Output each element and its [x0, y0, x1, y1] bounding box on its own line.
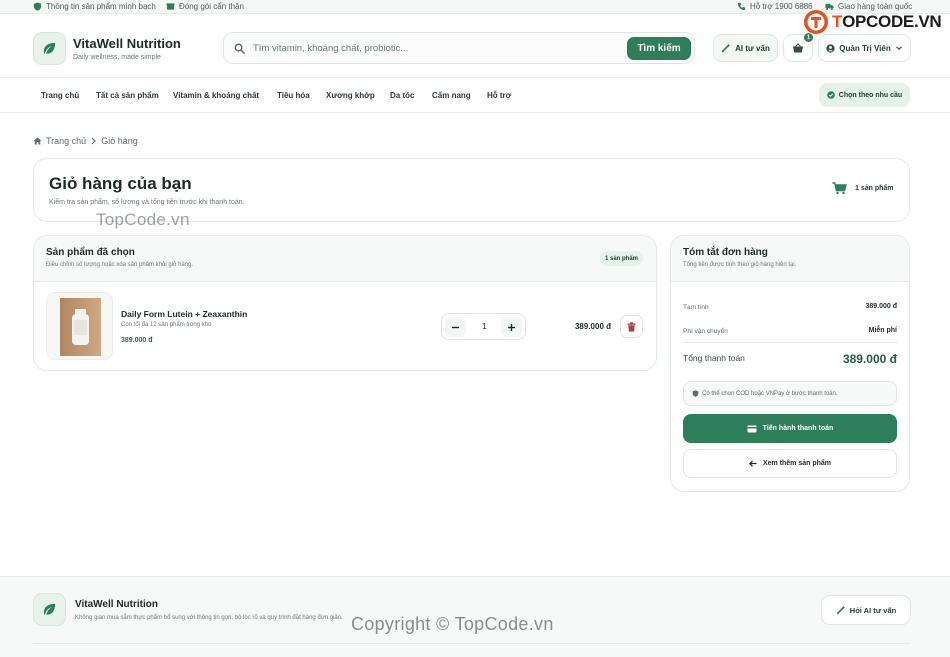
summary-divider	[683, 342, 897, 343]
user-menu-button[interactable]: Quản Trị Viên	[818, 34, 911, 62]
search-icon	[234, 43, 245, 54]
subtotal-value: 389.000 đ	[865, 303, 897, 310]
packing-notice-text: Đóng gói cẩn thận	[179, 2, 244, 11]
footer-ai-button[interactable]: Hỏi AI tư vấn	[821, 595, 911, 625]
leaf-icon	[42, 602, 57, 617]
nav-item-home[interactable]: Trang chủ	[41, 91, 79, 100]
nav-item-guide[interactable]: Cẩm nang	[432, 91, 471, 100]
order-summary-title: Tóm tắt đơn hàng	[683, 247, 768, 258]
increase-quantity-button[interactable]	[501, 317, 522, 337]
nav-item-digestion[interactable]: Tiêu hóa	[277, 91, 310, 100]
credit-card-icon	[747, 425, 757, 433]
arrow-left-icon	[748, 460, 757, 467]
brand-tagline: Daily wellness, made simple	[73, 54, 161, 61]
brand-logo[interactable]	[33, 32, 66, 65]
chevron-right-icon	[90, 137, 97, 145]
products-subtitle: Điều chỉnh số lượng hoặc xóa sản phẩm kh…	[46, 262, 194, 268]
nav-item-hair-skin[interactable]: Da tóc	[390, 91, 414, 100]
magic-wand-icon	[721, 43, 731, 53]
payment-note: Có thể chọn COD hoặc VNPay ở bước thanh …	[683, 381, 897, 406]
page-title: Giỏ hàng của bạn	[49, 174, 192, 193]
total-value: 389.000 đ	[842, 352, 897, 366]
product-name[interactable]: Daily Form Lutein + Zeaxanthin	[121, 309, 247, 319]
search-button[interactable]: Tìm kiếm	[627, 37, 691, 60]
watermark-logo: TOPCODE.VN	[803, 9, 942, 35]
watermark-text: TopCode.vn	[96, 210, 190, 229]
search-input[interactable]: Tìm vitamin, khoáng chất, probiotic...	[253, 43, 408, 54]
breadcrumb-home[interactable]: Trang chủ	[46, 136, 86, 146]
product-stock: Còn tối đa 12 sản phẩm trong kho	[121, 322, 212, 328]
payment-note-text: Có thể chọn COD hoặc VNPay ở bước thanh …	[702, 390, 838, 397]
packing-notice: Đóng gói cẩn thận	[166, 2, 244, 11]
order-summary-subtitle: Tổng tiền được tính theo giỏ hàng hiện t…	[683, 262, 797, 268]
checkout-button[interactable]: Tiến hành thanh toán	[683, 414, 897, 443]
shipping-fee-value: Miễn phí	[868, 327, 897, 334]
total-label: Tổng thanh toán	[683, 353, 745, 363]
shield-icon	[692, 390, 699, 397]
nav-item-support[interactable]: Hỗ trợ	[487, 91, 511, 100]
footer-ai-label: Hỏi AI tư vấn	[849, 605, 897, 615]
nav-item-bones[interactable]: Xương khớp	[326, 91, 375, 100]
trash-icon	[627, 321, 636, 332]
checkout-label: Tiến hành thanh toán	[762, 425, 834, 432]
info-notice: Thông tin sản phẩm minh bạch	[33, 2, 156, 11]
box-icon	[166, 2, 175, 11]
nav-item-all-products[interactable]: Tất cả sản phẩm	[96, 91, 159, 100]
cart-item-count: 1 sản phẩm	[832, 182, 894, 195]
watermark-logo-text: TOPCODE.VN	[832, 12, 942, 31]
breadcrumb-current: Giỏ hàng	[101, 136, 138, 146]
search-bar: Tìm vitamin, khoáng chất, probiotic... T…	[223, 32, 695, 64]
footer-description: Không gian mua sắm thực phẩm bổ sung với…	[75, 615, 343, 621]
user-name: Quản Trị Viên	[839, 43, 891, 53]
check-circle-icon	[826, 91, 835, 99]
products-count-badge: 1 sản phẩm	[600, 251, 643, 266]
support-notice: Hỗ trợ 1900 6886	[737, 2, 813, 11]
chevron-down-icon	[895, 44, 903, 52]
brand-name[interactable]: VitaWell Nutrition	[73, 36, 181, 51]
quantity-value[interactable]: 1	[477, 322, 492, 331]
shipping-fee-label: Phí vận chuyển	[683, 328, 728, 335]
leaf-icon	[42, 41, 57, 56]
remove-item-button[interactable]	[620, 315, 643, 338]
supplement-bottle-image	[60, 298, 101, 356]
cart-item-count-text: 1 sản phẩm	[855, 185, 894, 192]
main-nav: Trang chủ Tất cả sản phẩm Vitamin & khoá…	[0, 79, 950, 113]
footer-brand-name: VitaWell Nutrition	[75, 599, 158, 610]
footer-brand-logo	[33, 593, 66, 626]
product-price: 389.000 đ	[121, 337, 153, 344]
line-total: 389.000 đ	[574, 322, 611, 331]
product-image[interactable]	[46, 292, 113, 360]
ai-consult-button[interactable]: AI tư vấn	[713, 34, 778, 62]
breadcrumb: Trang chủ Giỏ hàng	[33, 136, 138, 146]
products-title: Sản phẩm đã chọn	[46, 247, 135, 258]
footer-divider	[33, 643, 910, 644]
decrease-quantity-button[interactable]	[445, 317, 466, 337]
nav-item-vitamins[interactable]: Vitamin & khoáng chất	[173, 91, 259, 100]
choose-by-need-button[interactable]: Chọn theo nhu cầu	[819, 83, 910, 107]
minus-icon	[451, 323, 460, 332]
copyright-watermark: Copyright © TopCode.vn	[351, 614, 554, 634]
plus-icon	[507, 323, 516, 332]
page-subtitle: Kiểm tra sản phẩm, số lượng và tổng tiền…	[49, 199, 245, 206]
magic-wand-icon	[836, 605, 846, 615]
basket-icon	[792, 42, 804, 54]
subtotal-label: Tạm tính	[683, 304, 709, 311]
shield-icon	[33, 2, 42, 11]
info-notice-text: Thông tin sản phẩm minh bạch	[46, 2, 156, 11]
quantity-stepper: 1	[441, 313, 526, 340]
continue-shopping-button[interactable]: Xem thêm sản phẩm	[683, 449, 897, 478]
order-summary-header	[671, 236, 909, 282]
phone-icon	[737, 2, 746, 11]
ai-consult-label: AI tư vấn	[735, 43, 770, 53]
home-icon	[33, 137, 42, 145]
products-card-header	[34, 236, 656, 282]
cart-icon	[832, 182, 847, 195]
user-icon	[826, 43, 835, 53]
continue-shopping-label: Xem thêm sản phẩm	[762, 460, 832, 467]
watermark-emblem-icon	[804, 10, 828, 34]
choose-by-need-label: Chọn theo nhu cầu	[838, 91, 903, 99]
